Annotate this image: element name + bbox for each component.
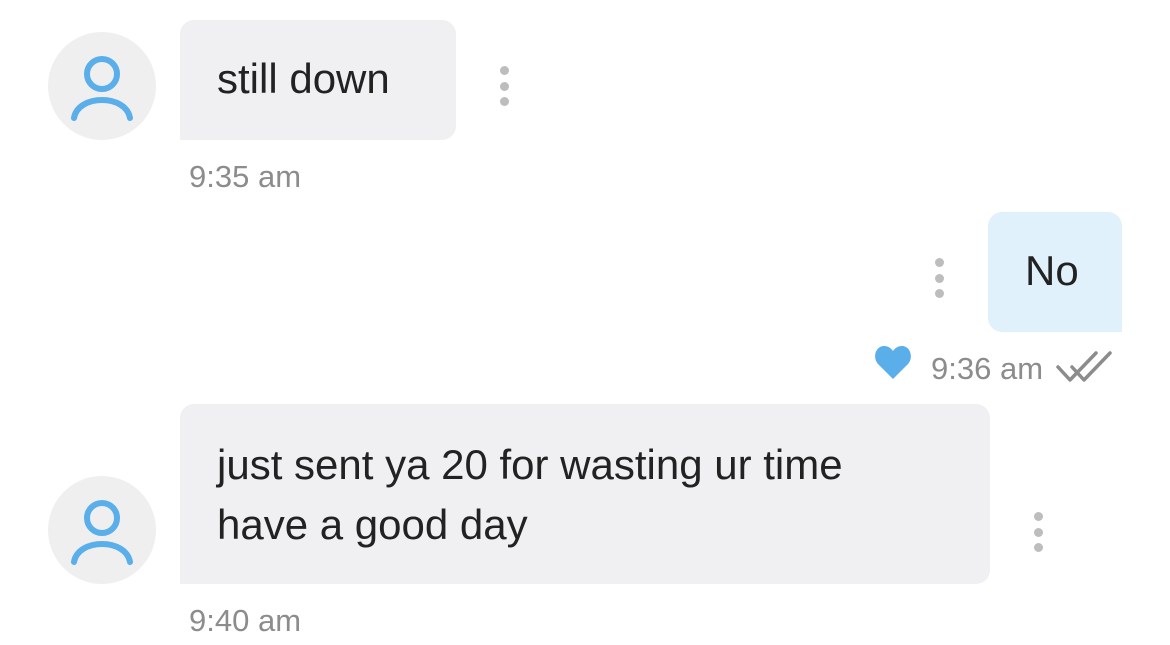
sender-avatar[interactable] bbox=[48, 32, 156, 140]
more-options-icon[interactable] bbox=[1028, 512, 1048, 552]
message-bubble-incoming[interactable]: just sent ya 20 for wasting ur time have… bbox=[180, 404, 990, 584]
message-timestamp: 9:35 am bbox=[189, 159, 302, 194]
heart-icon[interactable] bbox=[874, 345, 912, 381]
avatar-person-icon bbox=[71, 500, 133, 565]
message-bubble-incoming[interactable]: still down bbox=[180, 20, 456, 140]
sender-avatar[interactable] bbox=[48, 476, 156, 584]
double-check-icon bbox=[1056, 351, 1112, 382]
message-timestamp: 9:40 am bbox=[189, 603, 302, 638]
more-options-icon[interactable] bbox=[929, 258, 949, 298]
more-options-icon[interactable] bbox=[494, 66, 514, 106]
avatar-person-icon bbox=[71, 56, 133, 121]
message-timestamp: 9:36 am bbox=[931, 351, 1044, 386]
message-bubble-outgoing[interactable]: No bbox=[988, 212, 1122, 332]
